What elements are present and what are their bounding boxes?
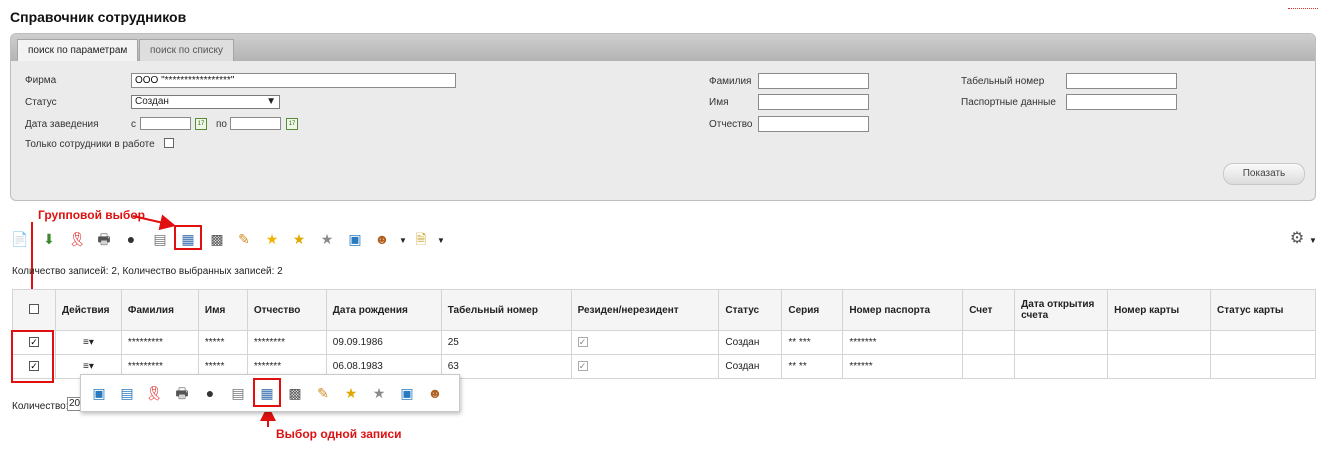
column-header[interactable]: Счет	[962, 289, 1016, 331]
tabnum-cell: 63	[440, 354, 572, 379]
series-cell: ** ***	[781, 330, 844, 355]
page-size-select[interactable]: 20	[67, 397, 81, 411]
card-edit-icon[interactable]: ✎	[314, 384, 332, 402]
users-icon[interactable]: ☻	[426, 384, 444, 402]
column-header[interactable]: Номер карты	[1107, 289, 1211, 331]
column-header[interactable]: Фамилия	[120, 289, 199, 331]
firstname-cell: *****	[197, 330, 248, 355]
status-cell: Создан	[718, 354, 783, 379]
user-status-icon[interactable]: ●	[122, 230, 140, 248]
count-label: Количество:	[12, 401, 69, 412]
resident-checkbox: ✓	[577, 361, 588, 371]
single-select-annotation: Выбор одной записи	[276, 427, 402, 441]
row-actions-menu: ▣ ▤ 🎗 🖶 ● ▤ ▦ ▩ ✎ ★ ★ ▣ ☻	[80, 374, 460, 412]
column-header[interactable]: Дата рождения	[325, 289, 442, 331]
star-gray-icon[interactable]: ★	[318, 230, 336, 248]
select-all-checkbox[interactable]	[28, 303, 39, 314]
column-header[interactable]: Номер паспорта	[842, 289, 964, 331]
document-icon[interactable]: 🗎	[412, 230, 430, 248]
card-delete-icon[interactable]: ▩	[208, 230, 226, 248]
star-add-icon[interactable]: ★	[290, 230, 308, 248]
card-edit-icon[interactable]: ✎	[235, 230, 253, 248]
tabnum-cell: 25	[440, 330, 572, 355]
account-date-cell	[1014, 354, 1109, 379]
select-all-header	[12, 289, 56, 331]
card-status-cell	[1210, 330, 1316, 355]
column-header[interactable]: Статус	[718, 289, 783, 331]
table-row[interactable]: ✓ ≡▾ ********* ***** ******** 09.09.1986…	[12, 330, 1316, 355]
passport-cell: ******	[842, 354, 964, 379]
table-header-row: Действия Фамилия Имя Отчество Дата рожде…	[12, 289, 1316, 331]
single-select-icon[interactable]: ▦	[258, 384, 276, 402]
id-card-icon[interactable]: ▤	[118, 384, 136, 402]
column-header[interactable]: Табельный номер	[440, 289, 572, 331]
id-card-gray-icon[interactable]: ▤	[229, 384, 247, 402]
download-icon[interactable]: ⬇	[40, 230, 58, 248]
column-header[interactable]: Действия	[54, 289, 122, 331]
card-blue-icon[interactable]: ▣	[346, 230, 364, 248]
settings-dropdown-icon[interactable]: ▼	[1309, 236, 1317, 245]
column-header[interactable]: Серия	[781, 289, 844, 331]
account-cell	[962, 330, 1016, 355]
card-cell	[1107, 330, 1211, 355]
document-dropdown-icon[interactable]: ▼	[437, 236, 445, 245]
star-add-icon[interactable]: ★	[342, 384, 360, 402]
column-header[interactable]: Резиден/нерезидент	[570, 289, 720, 331]
printer-icon[interactable]: 🖶	[173, 384, 191, 402]
series-cell: ** **	[781, 354, 844, 379]
star-icon[interactable]: ★	[263, 230, 281, 248]
settings-gear-icon[interactable]: ⚙	[1288, 230, 1306, 248]
employees-table: Действия Фамилия Имя Отчество Дата рожде…	[12, 289, 1316, 379]
column-header[interactable]: Имя	[197, 289, 248, 331]
user-status-icon[interactable]: ●	[201, 384, 219, 402]
award-ribbon-icon[interactable]: 🎗	[145, 384, 163, 402]
actions-menu-icon[interactable]: ≡▾	[83, 337, 94, 348]
lastname-cell: *********	[120, 330, 199, 355]
resident-cell: ✓	[570, 354, 720, 379]
actions-menu-icon[interactable]: ≡▾	[83, 361, 94, 372]
column-header[interactable]: Статус карты	[1210, 289, 1316, 331]
award-ribbon-icon[interactable]: 🎗	[68, 230, 86, 248]
new-document-icon[interactable]: 📄	[11, 230, 29, 248]
group-select-icon[interactable]: ▦	[179, 230, 197, 248]
records-summary: Количество записей: 2, Количество выбран…	[12, 266, 283, 277]
column-header[interactable]: Дата открытия счета	[1014, 289, 1109, 331]
card-status-cell	[1210, 354, 1316, 379]
passport-cell: *******	[842, 330, 964, 355]
id-card-icon[interactable]: ▤	[151, 230, 169, 248]
search-card-icon[interactable]: ▣	[90, 384, 108, 402]
column-header[interactable]: Отчество	[246, 289, 327, 331]
account-date-cell	[1014, 330, 1109, 355]
checkbox-column-highlight	[11, 330, 54, 383]
birthdate-cell: 09.09.1986	[325, 330, 442, 355]
star-gray-icon[interactable]: ★	[370, 384, 388, 402]
printer-icon[interactable]: 🖶	[95, 230, 113, 248]
card-cell	[1107, 354, 1211, 379]
card-blue-icon[interactable]: ▣	[398, 384, 416, 402]
status-cell: Создан	[718, 330, 783, 355]
card-delete-icon[interactable]: ▩	[286, 384, 304, 402]
actions-cell: ≡▾	[54, 330, 122, 355]
resident-cell: ✓	[570, 330, 720, 355]
users-icon[interactable]: ☻	[373, 230, 391, 248]
middlename-cell: ********	[246, 330, 327, 355]
account-cell	[962, 354, 1016, 379]
users-dropdown-icon[interactable]: ▼	[399, 236, 407, 245]
resident-checkbox: ✓	[577, 337, 588, 347]
